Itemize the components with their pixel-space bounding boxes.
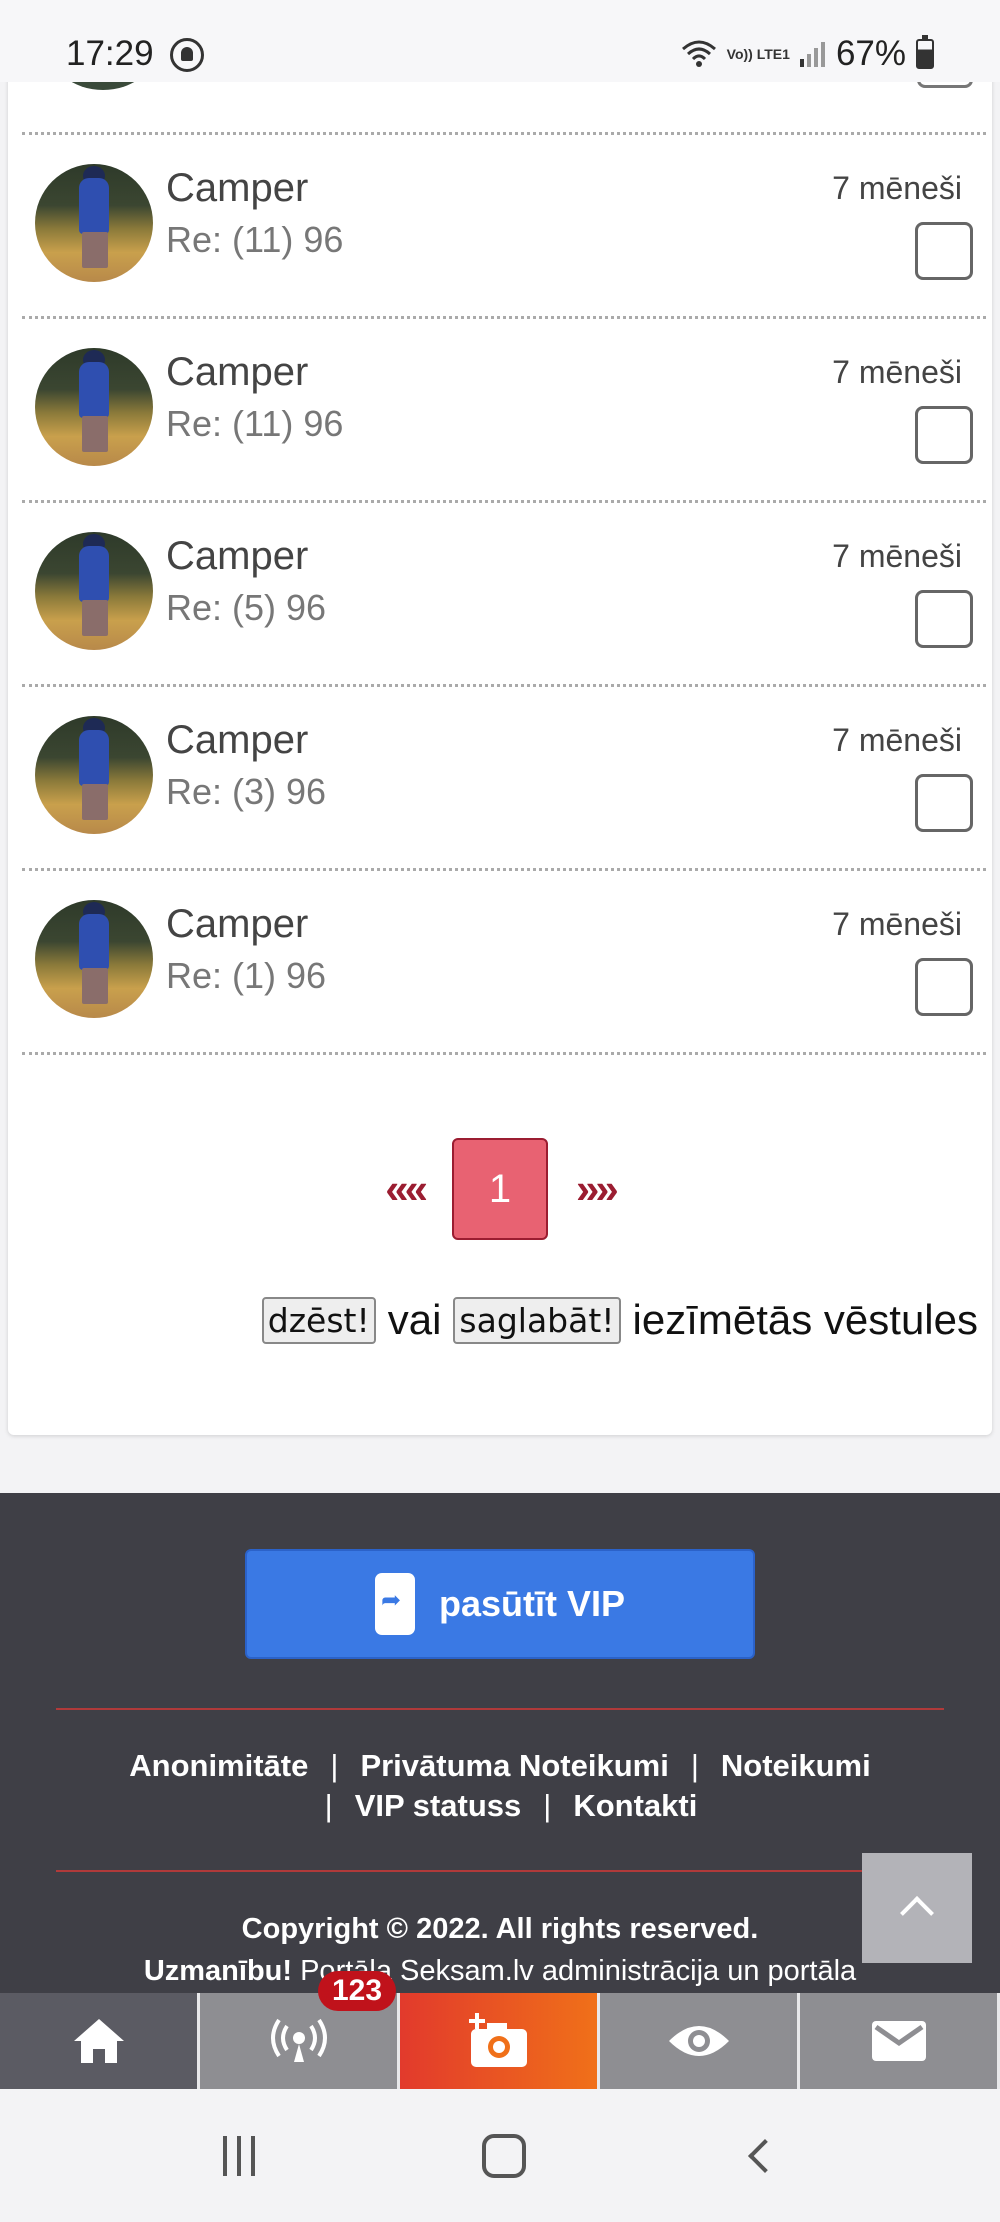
divider [22,1052,986,1055]
message-checkbox[interactable] [915,406,973,464]
delete-button[interactable]: dzēst! [261,1296,376,1344]
footer: pasūtīt VIP Anonimitāte|Privātuma Noteik… [0,1493,1000,1993]
tab-home[interactable] [0,1993,200,2089]
actions-or-text: vai [387,1296,442,1343]
link-anonymity[interactable]: Anonimitāte [129,1748,308,1783]
bottom-tab-bar: 123 [0,1971,1000,2089]
message-subject[interactable]: Re: (1) 96 [166,955,326,997]
message-time: 7 mēneši [832,538,962,574]
list-item[interactable]: Camper Re: (11) 96 7 mēneši [8,318,992,498]
battery-icon [916,35,934,69]
message-subject[interactable]: Re: (11) 96 [166,403,343,445]
status-bar: 17:29 Vo)) LTE1 67% [0,0,1000,82]
footer-links: Anonimitāte | Privātuma Noteikumi | Noteikum… [129,1748,871,1823]
tab-views[interactable] [600,1993,800,2089]
tab-add-photo[interactable] [400,1993,600,2089]
avatar[interactable] [35,900,153,1018]
message-subject[interactable]: Re: (3) 96 [166,771,326,813]
eye-icon [668,2026,729,2056]
home-button[interactable] [481,2133,526,2178]
messages-card: Camper Re: (11) 96 7 mēneši Camper Re: (… [8,0,992,1435]
app-notification-icon [170,38,204,72]
share-phone-icon [374,1573,415,1635]
sender-name[interactable]: Camper [166,718,308,763]
mail-icon [871,2021,926,2061]
link-vip-status[interactable]: VIP statuss [355,1788,522,1823]
vip-button-label: pasūtīt VIP [438,1583,626,1624]
avatar[interactable] [35,164,153,282]
bulk-actions: dzēst! vai saglabāt! iezīmētās vēstules [250,1296,978,1344]
pagination-last[interactable]: »» [576,1165,619,1213]
list-item[interactable]: Camper Re: (3) 96 7 mēneši [8,686,992,866]
message-checkbox[interactable] [915,958,973,1016]
avatar[interactable] [35,532,153,650]
system-navigation-bar [0,2089,1000,2222]
avatar[interactable] [35,348,153,466]
message-time: 7 mēneši [832,906,962,942]
status-indicators: Vo)) LTE1 67% [681,34,934,74]
sender-name[interactable]: Camper [166,534,308,579]
vip-order-button[interactable]: pasūtīt VIP [245,1549,755,1659]
pagination-page-current[interactable]: 1 [452,1138,548,1240]
notification-badge: 123 [318,1971,397,2011]
pagination-first[interactable]: «« [385,1165,428,1213]
save-button[interactable]: saglabāt! [453,1296,621,1344]
back-button[interactable] [747,2138,782,2173]
message-subject[interactable]: Re: (11) 96 [166,219,343,261]
broadcast-icon [270,2018,327,2062]
footer-divider [56,1708,944,1710]
message-time: 7 mēneši [832,722,962,758]
message-time: 7 mēneši [832,170,962,206]
pagination: «« 1 »» [8,1138,992,1240]
tab-messages[interactable] [800,1993,1000,2089]
list-item[interactable]: Camper Re: (1) 96 7 mēneši [8,870,992,1050]
link-terms[interactable]: Noteikumi [721,1748,871,1783]
sender-name[interactable]: Camper [166,350,308,395]
volte-indicator: Vo)) LTE1 [726,46,790,62]
list-item[interactable]: Camper Re: (5) 96 7 mēneši [8,502,992,682]
link-contacts[interactable]: Kontakti [573,1788,697,1823]
add-photo-icon [468,2013,527,2067]
avatar[interactable] [35,716,153,834]
copyright: Copyright © 2022. All rights reserved. [241,1913,759,1945]
recent-apps-button[interactable] [223,2135,256,2176]
sender-name[interactable]: Camper [166,902,308,947]
actions-suffix-text: iezīmētās vēstules [632,1296,978,1343]
home-icon [73,2019,124,2063]
sender-name[interactable]: Camper [166,166,308,211]
battery-percent: 67% [835,34,906,73]
chevron-up-icon [900,1896,934,1930]
footer-warning: Uzmanību! Portāla Seksam.lv administrāci… [143,1955,857,1987]
message-checkbox[interactable] [915,590,973,648]
message-subject[interactable]: Re: (5) 96 [166,587,326,629]
message-checkbox[interactable] [915,222,973,280]
wifi-icon [681,39,717,69]
list-item[interactable]: Camper Re: (11) 96 7 mēneši [8,134,992,314]
message-checkbox[interactable] [915,774,973,832]
footer-divider [56,1870,944,1872]
message-time: 7 mēneši [832,354,962,390]
link-privacy[interactable]: Privātuma Noteikumi [360,1748,668,1783]
status-time: 17:29 [66,34,154,73]
signal-icon [799,41,826,67]
scroll-to-top-button[interactable] [862,1853,972,1963]
